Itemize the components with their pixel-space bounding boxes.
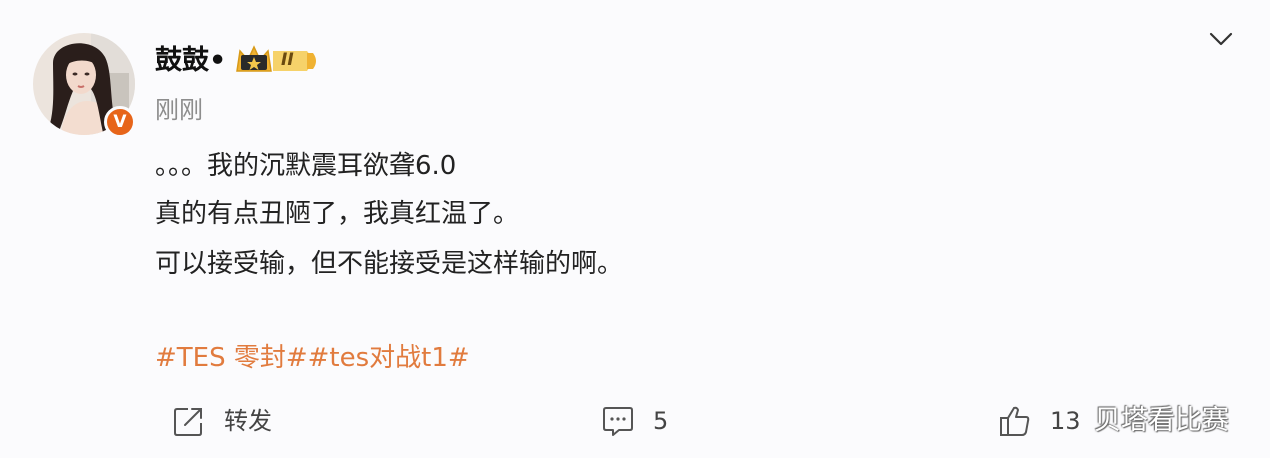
hashtag-links[interactable]: #TES 零封##tes对战t1# bbox=[155, 340, 470, 376]
watermark: 贝塔看比赛 bbox=[1094, 405, 1229, 436]
level-text: II bbox=[281, 50, 294, 70]
level-badge[interactable]: II bbox=[235, 43, 317, 77]
repost-label: 转发 bbox=[224, 407, 272, 435]
username[interactable]: 鼓鼓• bbox=[155, 42, 226, 80]
comment-count: 5 bbox=[653, 407, 669, 435]
crown-icon bbox=[236, 45, 272, 72]
repost-button[interactable]: 转发 bbox=[172, 403, 272, 439]
post-text-line: 真的有点丑陋了，我真红温了。 bbox=[155, 199, 520, 229]
comment-icon bbox=[603, 407, 633, 436]
post-text-line: 。。。我的沉默震耳欲聋6.0 bbox=[155, 151, 457, 181]
post-timestamp: 刚刚 bbox=[155, 96, 203, 124]
share-icon bbox=[174, 408, 202, 436]
chevron-down-icon bbox=[1209, 32, 1233, 46]
like-button[interactable]: 13 bbox=[998, 403, 1081, 439]
more-menu-button[interactable] bbox=[1207, 28, 1235, 50]
like-count: 13 bbox=[1050, 407, 1081, 435]
verified-badge: V bbox=[104, 106, 136, 138]
thumbs-up-icon bbox=[1000, 406, 1030, 436]
post-text-line: 可以接受输，但不能接受是这样输的啊。 bbox=[155, 249, 624, 279]
v-icon: V bbox=[113, 112, 127, 132]
comment-button[interactable]: 5 bbox=[601, 403, 668, 439]
